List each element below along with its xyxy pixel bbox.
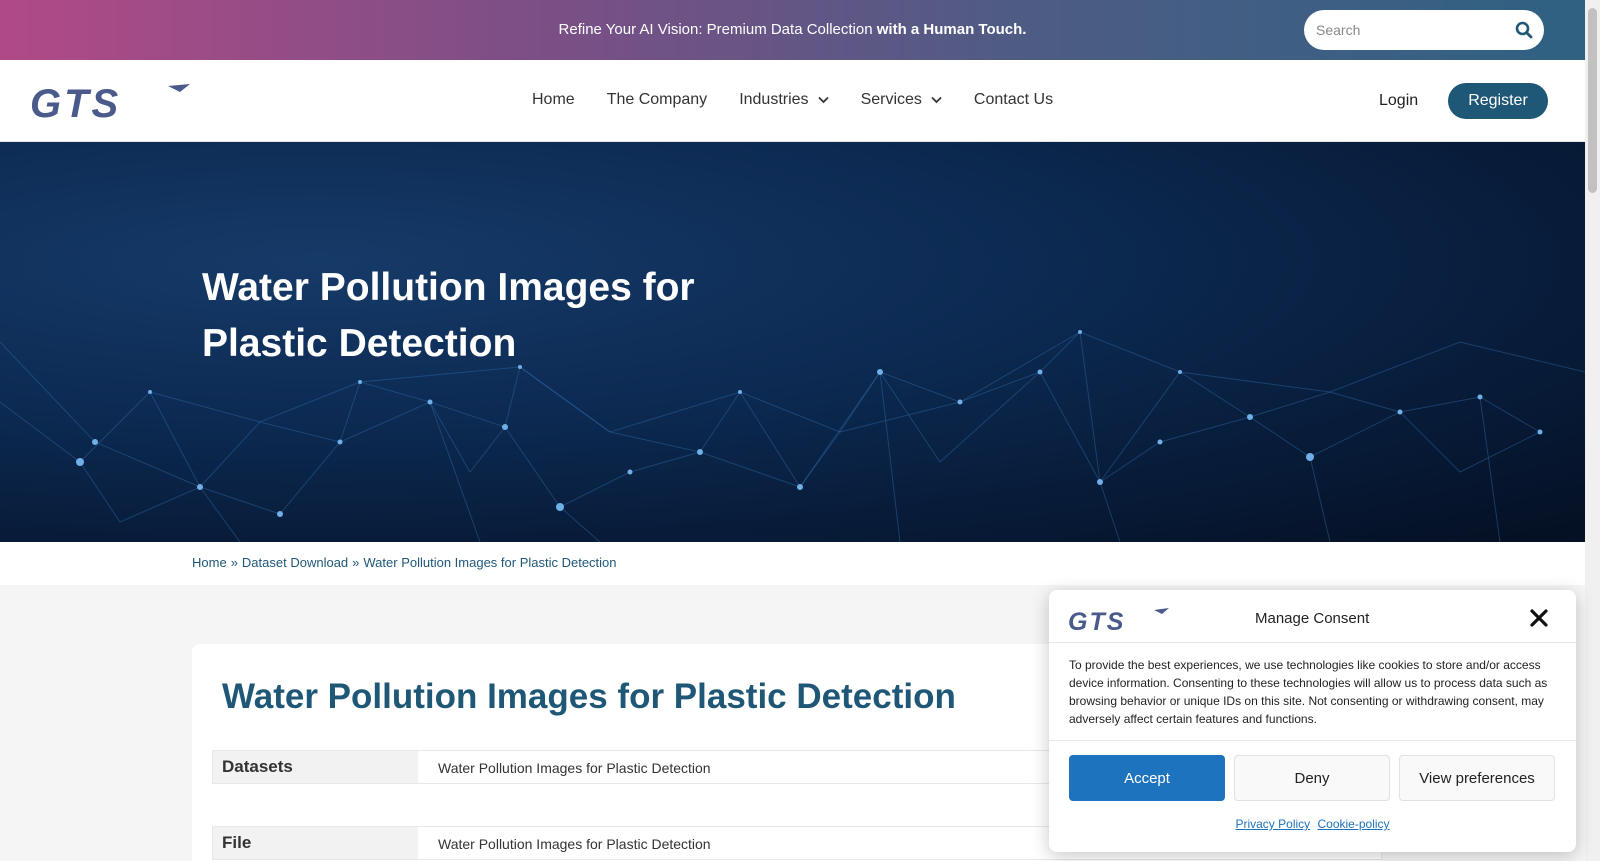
register-button[interactable]: Register xyxy=(1448,83,1548,119)
cookie-policy-link[interactable]: Cookie-policy xyxy=(1318,817,1390,831)
nav-contact-us-label: Contact Us xyxy=(973,91,1054,108)
accept-button[interactable]: Accept xyxy=(1069,755,1225,801)
page-scrollbar[interactable] xyxy=(1585,0,1600,861)
nav-contact-us[interactable]: Contact Us xyxy=(974,91,1053,109)
close-icon[interactable] xyxy=(1527,606,1551,630)
nav-industries-label: Industries xyxy=(739,91,809,108)
hero-banner: Water Pollution Images for Plastic Detec… xyxy=(0,142,1585,542)
login-link[interactable]: Login xyxy=(1379,92,1418,110)
nav-services[interactable]: Services xyxy=(861,91,942,109)
divider xyxy=(1049,642,1576,643)
breadcrumb-dataset-download[interactable]: Dataset Download xyxy=(242,555,348,570)
nav-links: Home The Company Industries Services Con… xyxy=(532,91,1085,109)
nav-the-company[interactable]: The Company xyxy=(607,91,708,109)
nav-home-label: Home xyxy=(532,91,575,108)
consent-body: To provide the best experiences, we use … xyxy=(1069,658,1548,726)
breadcrumb: Home» Dataset Download» Water Pollution Im… xyxy=(192,555,617,570)
privacy-policy-link[interactable]: Privacy Policy xyxy=(1235,817,1310,831)
gts-logo: GTS xyxy=(1068,608,1169,633)
row-label: File xyxy=(213,827,418,859)
nav-industries[interactable]: Industries xyxy=(739,91,829,109)
svg-text:GTS: GTS xyxy=(1068,608,1125,633)
promo-bar: Refine Your AI Vision: Premium Data Coll… xyxy=(0,0,1585,60)
scrollbar-thumb[interactable] xyxy=(1588,8,1597,193)
chevron-down-icon xyxy=(931,96,942,104)
divider xyxy=(1049,740,1576,741)
gts-logo[interactable]: GTS xyxy=(30,82,192,122)
dataset-title: Water Pollution Images for Plastic Detec… xyxy=(222,677,956,716)
promo-text-bold: with a Human Touch. xyxy=(876,21,1027,38)
consent-links: Privacy Policy Cookie-policy xyxy=(1049,817,1576,831)
search-box xyxy=(1304,10,1544,50)
main-navbar: GTS Home The Company Industries Services… xyxy=(0,60,1585,142)
row-value: Water Pollution Images for Plastic Detec… xyxy=(438,836,711,852)
row-value: Water Pollution Images for Plastic Detec… xyxy=(438,760,711,776)
row-label: Datasets xyxy=(213,751,418,783)
svg-text:GTS: GTS xyxy=(30,82,121,122)
search-input[interactable] xyxy=(1316,10,1506,50)
breadcrumb-current: Water Pollution Images for Plastic Detec… xyxy=(363,555,617,570)
breadcrumb-separator: » xyxy=(352,555,360,570)
nav-home[interactable]: Home xyxy=(532,91,575,109)
nav-services-label: Services xyxy=(860,91,922,108)
consent-title: Manage Consent xyxy=(1255,610,1370,627)
chevron-down-icon xyxy=(817,96,829,104)
breadcrumb-home[interactable]: Home xyxy=(192,555,227,570)
nav-the-company-label: The Company xyxy=(606,91,708,108)
search-icon[interactable] xyxy=(1515,21,1533,39)
hero-title: Water Pollution Images for Plastic Detec… xyxy=(202,266,695,365)
promo-text-regular: Refine Your AI Vision: Premium Data Coll… xyxy=(558,21,873,38)
breadcrumb-separator: » xyxy=(230,555,238,570)
breadcrumb-bar: Home» Dataset Download» Water Pollution Im… xyxy=(0,542,1585,585)
cookie-consent-dialog: GTS Manage Consent To provide the best e… xyxy=(1049,590,1576,852)
deny-button[interactable]: Deny xyxy=(1234,755,1390,801)
view-preferences-button[interactable]: View preferences xyxy=(1399,755,1555,801)
